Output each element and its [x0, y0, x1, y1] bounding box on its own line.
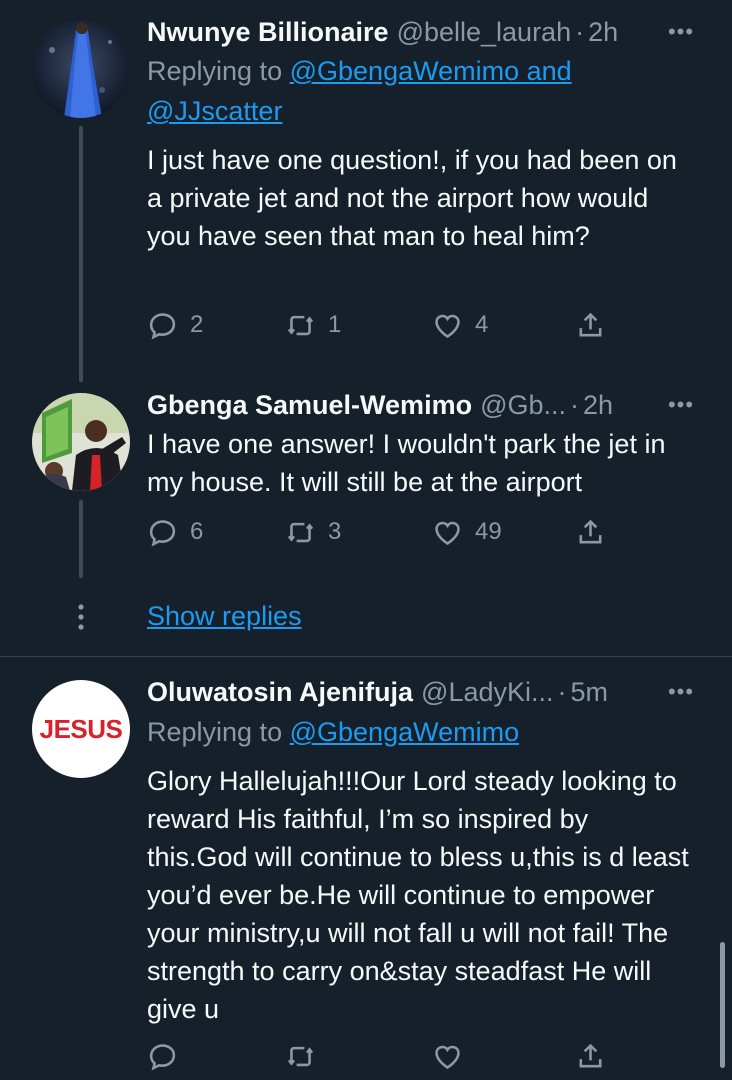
replying-to-label: Replying to	[147, 56, 283, 86]
reply-icon	[149, 519, 176, 547]
tweet-header: Oluwatosin Ajenifuja @LadyKi... · 5m	[147, 672, 692, 712]
avatar[interactable]	[32, 20, 130, 118]
avatar[interactable]	[32, 393, 130, 491]
mention-link[interactable]: @JJscatter	[147, 96, 282, 126]
retweet-count: 1	[328, 311, 342, 338]
more-options-icon[interactable]: •••	[666, 12, 696, 52]
conversation-thread: Nwunye Billionaire @belle_laurah · 2h ••…	[0, 0, 732, 1080]
tweet-text: I just have one question!, if you had be…	[147, 145, 677, 251]
separator: ·	[557, 676, 567, 707]
share-button[interactable]	[575, 512, 606, 552]
retweet-icon	[287, 522, 314, 542]
timestamp[interactable]: 2h	[588, 17, 618, 48]
reply-button[interactable]: 6	[147, 512, 203, 552]
show-replies-link[interactable]: Show replies	[147, 596, 302, 636]
tweet-text: I have one answer! I wouldn't park the j…	[147, 429, 666, 497]
tweet-header: Gbenga Samuel-Wemimo @Gb... · 2h	[147, 385, 692, 425]
share-icon	[579, 519, 602, 543]
user-handle[interactable]: @belle_laurah	[397, 17, 572, 48]
more-options-icon[interactable]: •••	[666, 385, 696, 425]
timestamp[interactable]: 2h	[583, 390, 613, 421]
reply-button[interactable]	[147, 1036, 178, 1076]
more-replies-dots-icon	[78, 604, 84, 630]
display-name[interactable]: Oluwatosin Ajenifuja	[147, 677, 413, 708]
share-icon	[579, 312, 602, 336]
share-button[interactable]	[575, 305, 606, 345]
reply-icon	[149, 1043, 176, 1071]
separator: ·	[570, 389, 580, 420]
separator: ·	[575, 16, 585, 47]
replying-to: Replying to @GbengaWemimo	[147, 712, 692, 752]
display-name[interactable]: Gbenga Samuel-Wemimo	[147, 390, 472, 421]
user-handle[interactable]: @LadyKi...	[421, 677, 553, 708]
share-icon	[579, 1043, 602, 1067]
scrollbar[interactable]	[720, 942, 725, 1068]
heart-icon	[435, 1045, 460, 1069]
retweet-button[interactable]: 1	[285, 305, 341, 345]
reply-count: 6	[190, 518, 204, 545]
display-name[interactable]: Nwunye Billionaire	[147, 17, 389, 48]
like-button[interactable]: 4	[432, 305, 488, 345]
retweet-count: 3	[328, 518, 342, 545]
thread-line	[79, 126, 83, 382]
heart-icon	[435, 314, 460, 338]
avatar[interactable]: JESUS	[32, 680, 130, 778]
mention-link[interactable]: @GbengaWemimo and	[290, 56, 572, 86]
retweet-button[interactable]	[285, 1036, 316, 1076]
tweet-text: Glory Hallelujah!!!Our Lord steady looki…	[147, 766, 689, 1024]
like-button[interactable]: 49	[432, 512, 502, 552]
heart-icon	[435, 521, 460, 545]
like-count: 4	[475, 311, 489, 338]
tweet-actions	[147, 1036, 617, 1076]
replying-to: Replying to @GbengaWemimo and @JJscatter	[147, 51, 692, 131]
replying-to-label: Replying to	[147, 717, 283, 747]
user-handle[interactable]: @Gb...	[480, 390, 566, 421]
more-options-icon[interactable]: •••	[666, 672, 696, 712]
retweet-icon	[287, 315, 314, 335]
reply-count: 2	[190, 311, 204, 338]
timestamp[interactable]: 5m	[571, 677, 609, 708]
share-button[interactable]	[575, 1036, 606, 1076]
like-count: 49	[475, 518, 502, 545]
avatar-text: JESUS	[39, 713, 123, 744]
retweet-button[interactable]: 3	[285, 512, 341, 552]
divider	[0, 656, 732, 657]
tweet-header: Nwunye Billionaire @belle_laurah · 2h	[147, 12, 692, 52]
thread-line	[79, 500, 83, 578]
reply-button[interactable]: 2	[147, 305, 203, 345]
tweet-actions: 6 3 49	[147, 512, 617, 552]
retweet-icon	[287, 1046, 314, 1066]
like-button[interactable]	[432, 1036, 463, 1076]
reply-icon	[149, 312, 176, 340]
mention-link[interactable]: @GbengaWemimo	[290, 717, 520, 747]
tweet-actions: 2 1 4	[147, 305, 617, 345]
